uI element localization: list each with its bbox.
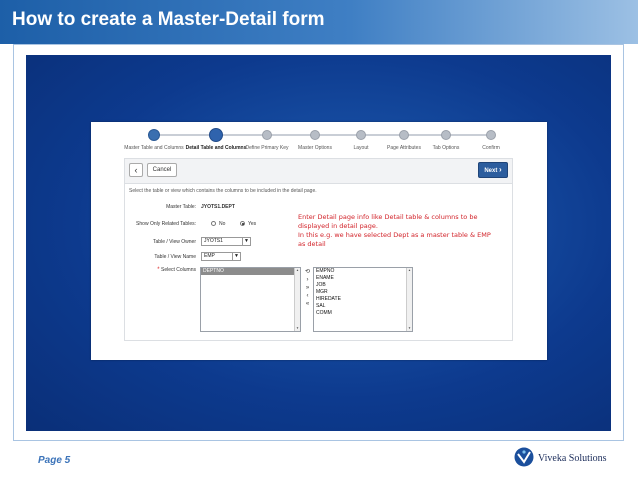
list-item[interactable]: DEPTNO <box>201 268 300 275</box>
owner-select-value: JYOTS1 <box>204 238 223 244</box>
wizard-step-dot <box>148 129 160 141</box>
select-columns-label: * Select Columns <box>157 267 196 273</box>
cancel-button[interactable]: Cancel <box>147 163 177 177</box>
radio-no[interactable] <box>211 221 216 226</box>
wizard-step-dot <box>310 130 320 140</box>
wizard-step-label: Master Table and Columns <box>124 145 184 151</box>
reset-icon[interactable]: ⟲ <box>304 269 311 276</box>
back-button[interactable]: ‹ <box>129 163 143 177</box>
view-name-select[interactable]: EMP ▼ <box>201 252 241 261</box>
view-name-label: Table / View Name <box>154 254 196 260</box>
list-item[interactable]: ENAME <box>314 275 412 282</box>
selected-list-scrollbar[interactable]: ▲ ▼ <box>294 268 300 331</box>
wizard-step-label: Confirm <box>482 145 500 151</box>
required-marker: * <box>157 267 160 273</box>
owner-select[interactable]: JYOTS1 ▼ <box>201 237 251 246</box>
move-right-icon[interactable]: › <box>304 277 311 284</box>
scroll-up-icon: ▲ <box>296 268 299 272</box>
wizard-step-label: Tab Options <box>432 145 460 151</box>
scroll-up-icon: ▲ <box>408 268 411 272</box>
wizard-step-dot <box>486 130 496 140</box>
wizard-step-label: Master Options <box>298 145 332 151</box>
wizard-step-label: Layout <box>353 145 369 151</box>
list-item[interactable]: JOB <box>314 282 412 289</box>
wizard-step-dot <box>262 130 272 140</box>
intro-text: Select the table or view which contains … <box>129 188 317 194</box>
company-name: Viveka Solutions <box>538 453 607 464</box>
annotation-line-2: In this e.g. we have selected Dept as a … <box>298 231 491 248</box>
wizard-toolbar: ‹ Cancel Next › <box>124 158 513 184</box>
chevron-down-icon: ▼ <box>242 238 250 245</box>
wizard-step-label: Page Attributes <box>387 145 421 151</box>
move-all-left-icon[interactable]: « <box>304 301 311 308</box>
scroll-down-icon: ▼ <box>296 326 299 330</box>
available-columns-list[interactable]: EMPNO ENAME JOB MGR HIREDATE SAL COMM ▲ ▼ <box>313 267 413 332</box>
chevron-left-icon: ‹ <box>134 165 138 175</box>
list-item[interactable]: MGR <box>314 289 412 296</box>
radio-no-label: No <box>219 221 226 227</box>
wizard-step-label: Detail Table and Columns <box>185 145 247 151</box>
detail-form-panel: Select the table or view which contains … <box>124 183 513 341</box>
view-name-select-value: EMP <box>204 253 215 259</box>
shuttle-buttons: ⟲ › » ‹ « <box>304 269 312 309</box>
wizard-step-label: Define Primary Key <box>245 145 289 151</box>
radio-yes-label: Yes <box>248 221 257 227</box>
wizard-progress: Master Table and Columns Detail Table and… <box>91 122 547 157</box>
move-all-right-icon[interactable]: » <box>304 285 311 292</box>
wizard-step-dot <box>356 130 366 140</box>
radio-yes[interactable] <box>240 221 245 226</box>
owner-label: Table / View Owner <box>153 239 196 245</box>
move-left-icon[interactable]: ‹ <box>304 293 311 300</box>
scroll-down-icon: ▼ <box>408 326 411 330</box>
available-list-scrollbar[interactable]: ▲ ▼ <box>406 268 412 331</box>
list-item[interactable]: SAL <box>314 303 412 310</box>
selected-columns-list[interactable]: DEPTNO ▲ ▼ <box>200 267 301 332</box>
list-item[interactable]: COMM <box>314 310 412 317</box>
slide-header: How to create a Master-Detail form <box>0 0 638 44</box>
wizard-step-dot <box>209 128 223 142</box>
wizard-step-dot <box>399 130 409 140</box>
master-table-label: Master Table: <box>166 204 196 210</box>
annotation-line-1: Enter Detail page info like Detail table… <box>298 213 478 230</box>
master-table-value: JYOTS1.DEPT <box>201 204 235 210</box>
list-item[interactable]: EMPNO <box>314 268 412 275</box>
show-related-label: Show Only Related Tables: <box>136 221 196 227</box>
chevron-right-icon: › <box>499 165 502 174</box>
next-button[interactable]: Next › <box>478 162 508 178</box>
company-logo-icon <box>514 447 534 467</box>
list-item[interactable]: HIREDATE <box>314 296 412 303</box>
page-number: Page 5 <box>38 455 71 466</box>
wizard-screenshot: Master Table and Columns Detail Table and… <box>91 122 547 360</box>
chevron-down-icon: ▼ <box>232 253 240 260</box>
wizard-step-dot <box>441 130 451 140</box>
slide-title: How to create a Master-Detail form <box>12 9 325 30</box>
annotation-note: Enter Detail page info like Detail table… <box>298 213 493 249</box>
